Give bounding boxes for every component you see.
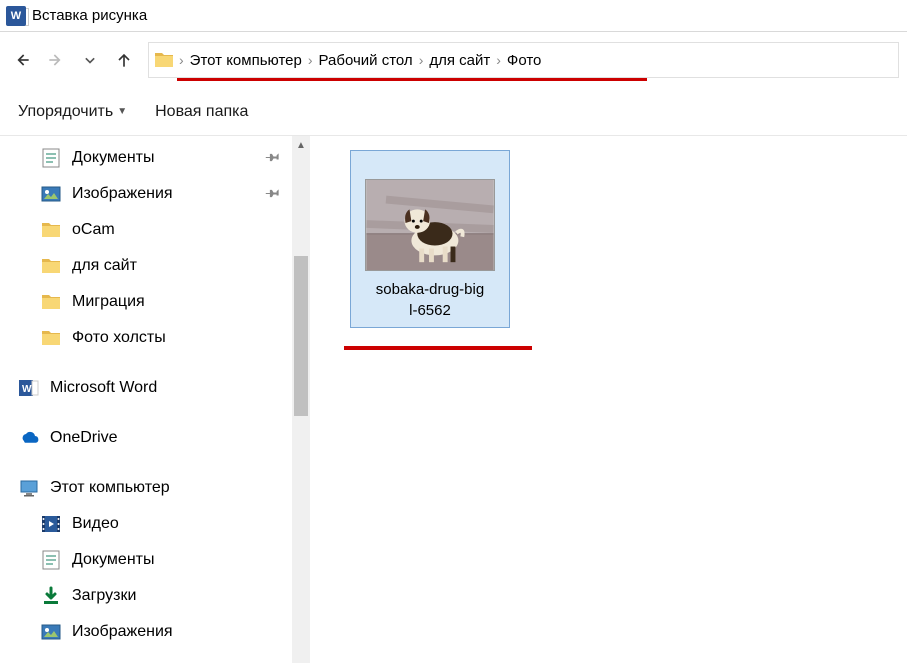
sidebar-item-label: Фото холсты bbox=[72, 329, 166, 347]
puppy-thumbnail-icon bbox=[366, 180, 494, 270]
folder-icon bbox=[40, 327, 62, 349]
sidebar-item-label: Видео bbox=[72, 515, 119, 533]
new-folder-label: Новая папка bbox=[155, 103, 248, 121]
up-button[interactable] bbox=[110, 46, 138, 74]
sidebar-item[interactable]: для сайт bbox=[0, 248, 310, 284]
sidebar-item-label: OneDrive bbox=[50, 429, 118, 447]
breadcrumb[interactable]: › Этот компьютер › Рабочий стол › для са… bbox=[148, 42, 899, 78]
doc-icon bbox=[40, 147, 62, 169]
sidebar-item-label: Загрузки bbox=[72, 587, 136, 605]
sidebar-item[interactable]: oCam bbox=[0, 212, 310, 248]
scrollbar[interactable]: ▲ bbox=[292, 136, 310, 663]
sidebar-item[interactable]: Документы bbox=[0, 140, 310, 176]
sidebar-item-label: Миграция bbox=[72, 293, 145, 311]
sidebar-item-label: Microsoft Word bbox=[50, 379, 157, 397]
annotation-underline bbox=[177, 78, 647, 81]
sidebar-item-label: Документы bbox=[72, 149, 154, 167]
toolbar: Упорядочить ▼ Новая папка bbox=[0, 88, 907, 136]
scroll-thumb[interactable] bbox=[294, 256, 308, 416]
img-icon bbox=[40, 621, 62, 643]
breadcrumb-item[interactable]: Рабочий стол bbox=[315, 52, 417, 69]
doc-icon bbox=[40, 549, 62, 571]
nav-row: › Этот компьютер › Рабочий стол › для са… bbox=[0, 32, 907, 88]
pin-icon bbox=[263, 183, 286, 206]
back-button[interactable] bbox=[8, 46, 36, 74]
file-name: sobaka-drug-bigl-6562 bbox=[357, 279, 503, 321]
window-title: Вставка рисунка bbox=[32, 7, 147, 24]
breadcrumb-item[interactable]: Этот компьютер bbox=[186, 52, 306, 69]
chevron-down-icon: ▼ bbox=[117, 106, 127, 117]
sidebar-item[interactable]: Изображения bbox=[0, 614, 310, 650]
sidebar-item-label: Изображения bbox=[72, 185, 173, 203]
sidebar-item-label: Этот компьютер bbox=[50, 479, 170, 497]
arrow-left-icon bbox=[12, 50, 32, 70]
arrow-up-icon bbox=[114, 50, 134, 70]
sidebar-item[interactable]: Видео bbox=[0, 506, 310, 542]
nav-buttons bbox=[8, 46, 138, 74]
chevron-right-icon: › bbox=[494, 52, 503, 68]
forward-button[interactable] bbox=[42, 46, 70, 74]
sidebar-item-label: Изображения bbox=[72, 623, 173, 641]
scroll-up-arrow[interactable]: ▲ bbox=[292, 136, 310, 154]
file-thumbnail bbox=[365, 179, 495, 271]
sidebar-item-label: oCam bbox=[72, 221, 115, 239]
sidebar-item[interactable]: OneDrive bbox=[0, 420, 310, 456]
pin-icon bbox=[263, 147, 286, 170]
breadcrumb-item[interactable]: для сайт bbox=[425, 52, 494, 69]
folder-icon bbox=[40, 255, 62, 277]
sidebar-item-label: для сайт bbox=[72, 257, 137, 275]
sidebar-item[interactable]: Документы bbox=[0, 542, 310, 578]
sidebar-item[interactable]: Загрузки bbox=[0, 578, 310, 614]
content: Документы Изображения oCam для сайт Миграция… bbox=[0, 136, 907, 663]
pc-icon bbox=[18, 477, 40, 499]
sidebar-item[interactable]: Изображения bbox=[0, 176, 310, 212]
file-area[interactable]: sobaka-drug-bigl-6562 bbox=[310, 136, 907, 663]
chevron-right-icon: › bbox=[417, 52, 426, 68]
word-app-icon: W bbox=[6, 6, 26, 26]
sidebar: Документы Изображения oCam для сайт Миграция… bbox=[0, 136, 310, 663]
video-icon bbox=[40, 513, 62, 535]
folder-icon bbox=[40, 291, 62, 313]
organize-label: Упорядочить bbox=[18, 103, 113, 121]
file-tile-selected[interactable]: sobaka-drug-bigl-6562 bbox=[350, 150, 510, 328]
sidebar-item[interactable]: Фото холсты bbox=[0, 320, 310, 356]
chevron-right-icon: › bbox=[306, 52, 315, 68]
folder-icon bbox=[40, 219, 62, 241]
chevron-down-icon bbox=[80, 50, 100, 70]
annotation-underline bbox=[344, 346, 532, 350]
folder-icon bbox=[153, 49, 175, 71]
word-icon bbox=[18, 377, 40, 399]
img-icon bbox=[40, 183, 62, 205]
download-icon bbox=[40, 585, 62, 607]
sidebar-item[interactable]: Microsoft Word bbox=[0, 370, 310, 406]
onedrive-icon bbox=[18, 427, 40, 449]
breadcrumb-item[interactable]: Фото bbox=[503, 52, 545, 69]
organize-button[interactable]: Упорядочить ▼ bbox=[18, 103, 127, 121]
titlebar: W Вставка рисунка bbox=[0, 0, 907, 32]
new-folder-button[interactable]: Новая папка bbox=[155, 103, 248, 121]
recent-dropdown[interactable] bbox=[76, 46, 104, 74]
chevron-right-icon: › bbox=[177, 52, 186, 68]
sidebar-item[interactable]: Миграция bbox=[0, 284, 310, 320]
sidebar-item-label: Документы bbox=[72, 551, 154, 569]
sidebar-item[interactable]: Этот компьютер bbox=[0, 470, 310, 506]
arrow-right-icon bbox=[46, 50, 66, 70]
